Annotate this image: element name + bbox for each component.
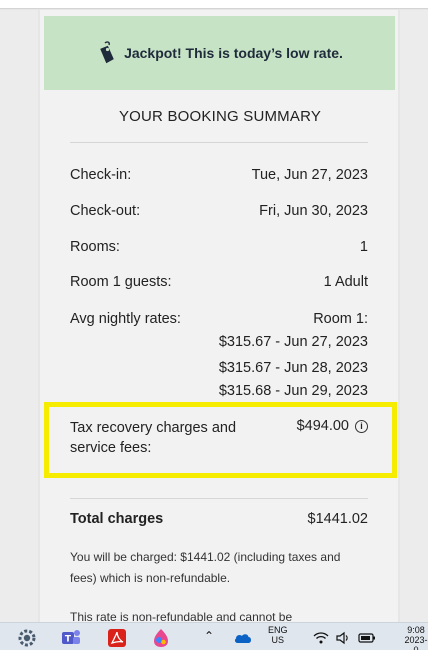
battery-icon[interactable]: [356, 627, 378, 649]
summary-title: YOUR BOOKING SUMMARY: [118, 108, 322, 125]
tax-value: $494.00: [296, 418, 349, 434]
svg-text:T: T: [65, 635, 72, 645]
tax-value-group: $494.00 i: [297, 418, 368, 434]
total-label: Total charges: [70, 511, 164, 527]
wifi-icon[interactable]: [310, 627, 332, 649]
checkout-value: Fri, Jun 30, 2023: [259, 203, 368, 219]
banner-text: Jackpot! This is today’s low rate.: [124, 45, 343, 61]
volume-icon[interactable]: [332, 627, 354, 649]
page-left-margin: [0, 10, 38, 622]
tax-label: Tax recovery charges and service fees:: [70, 420, 237, 456]
checkout-row: Check-out: Fri, Jun 30, 2023: [70, 203, 368, 219]
checkin-row: Check-in: Tue, Jun 27, 2023: [70, 167, 368, 183]
rates-label: Avg nightly rates:: [70, 311, 181, 327]
page-right-margin: [400, 10, 428, 622]
clock[interactable]: 9:08 2023-0: [404, 625, 428, 650]
language-indicator[interactable]: ENG US: [268, 625, 288, 645]
rooms-value: 1: [359, 239, 368, 255]
acrobat-icon[interactable]: [106, 627, 128, 649]
language-label: ENG: [268, 625, 288, 635]
rate-line: $315.67 - Jun 27, 2023: [218, 334, 368, 350]
teams-icon[interactable]: T: [60, 627, 82, 649]
windows-taskbar: T ⌃ ENG US 9:08 2023-0: [0, 622, 428, 650]
rooms-label: Rooms:: [70, 239, 120, 255]
price-tag-icon: [96, 41, 116, 65]
total-row: Total charges $1441.02: [70, 511, 368, 527]
charge-note: You will be charged: $1441.02 (including…: [70, 550, 341, 585]
checkin-label: Check-in:: [70, 167, 132, 183]
clock-date: 2023-0: [404, 635, 428, 650]
rate-line: $315.68 - Jun 29, 2023: [218, 383, 368, 399]
region-label: US: [271, 635, 285, 645]
guests-value: 1 Adult: [323, 274, 368, 290]
onedrive-icon[interactable]: [232, 627, 254, 649]
total-divider: [70, 498, 368, 499]
rates-row: Avg nightly rates: Room 1:: [70, 311, 368, 327]
info-icon[interactable]: i: [355, 419, 368, 433]
checkin-value: Tue, Jun 27, 2023: [251, 167, 368, 183]
rooms-row: Rooms: 1: [70, 239, 368, 255]
chevron-up-icon[interactable]: ⌃: [204, 630, 214, 642]
low-rate-banner: Jackpot! This is today’s low rate.: [44, 16, 395, 90]
rate-line: $315.67 - Jun 28, 2023: [218, 360, 368, 376]
guests-label: Room 1 guests:: [70, 274, 172, 290]
title-divider: [70, 142, 368, 143]
booking-summary-panel: Jackpot! This is today’s low rate. YOUR …: [40, 10, 398, 622]
refund-note: This rate is non-refundable and cannot b…: [70, 610, 293, 622]
clock-time: 9:08: [407, 625, 425, 635]
rates-room: Room 1:: [313, 311, 368, 327]
settings-icon[interactable]: [16, 627, 38, 649]
total-value: $1441.02: [307, 511, 368, 527]
browser-top-edge: [0, 0, 428, 9]
checkout-label: Check-out:: [70, 203, 141, 219]
paint-icon[interactable]: [150, 627, 172, 649]
guests-row: Room 1 guests: 1 Adult: [70, 274, 368, 290]
